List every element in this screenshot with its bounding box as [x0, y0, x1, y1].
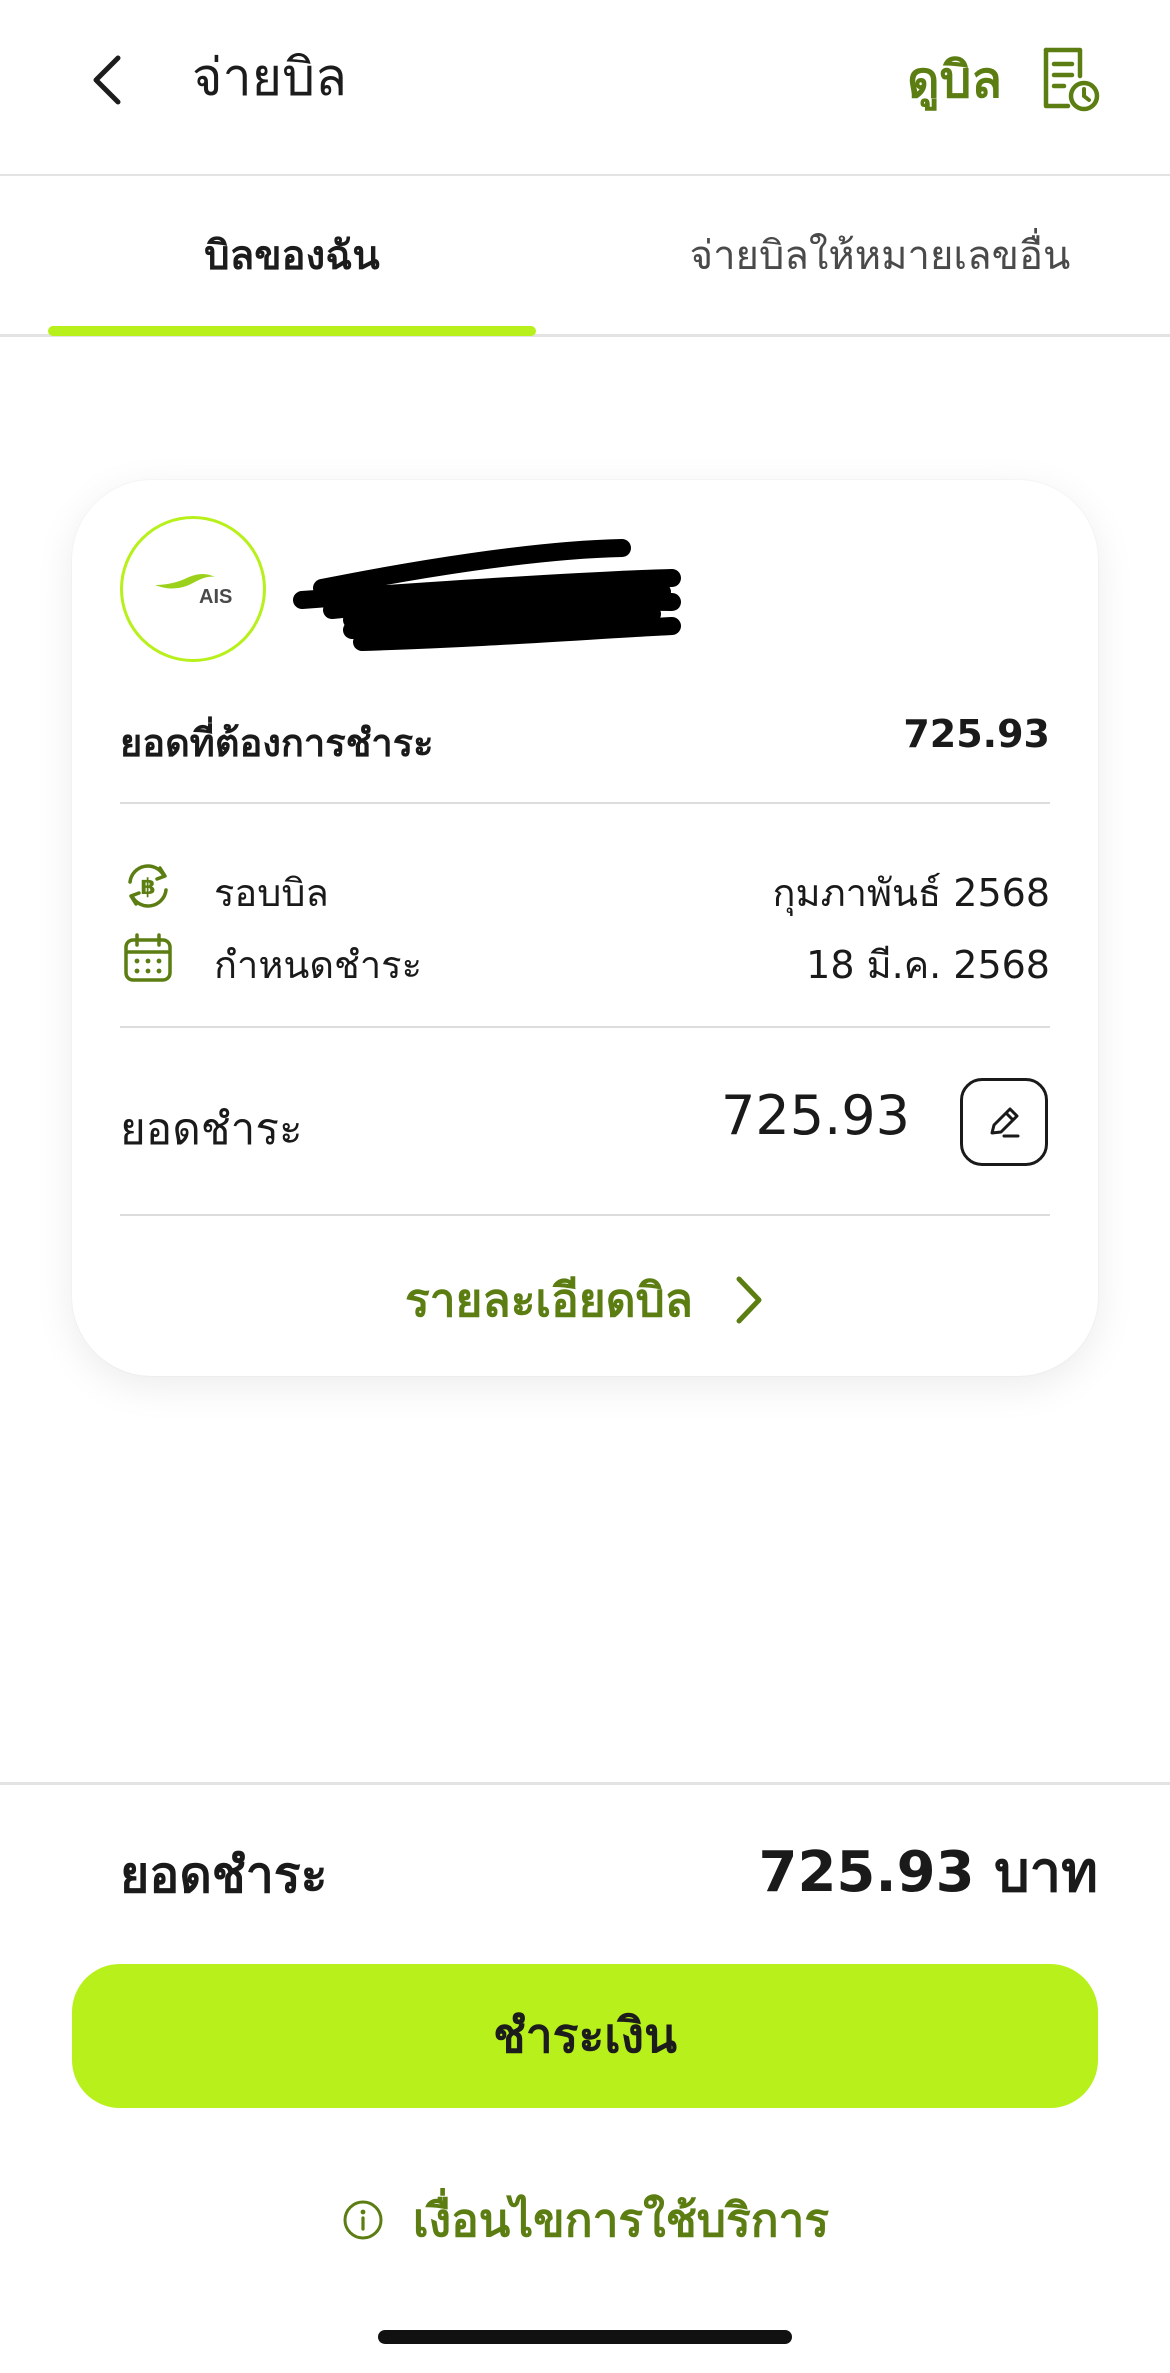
- card-divider: [120, 802, 1050, 804]
- app-header: จ่ายบิล ดูบิล: [0, 0, 1170, 176]
- chevron-right-icon: [736, 1276, 762, 1324]
- billing-cycle-value: กุมภาพันธ์ 2568: [772, 871, 1050, 915]
- amount-due-label: ยอดที่ต้องการชำระ: [120, 721, 434, 765]
- amount-due-value: 725.93: [903, 712, 1050, 756]
- tab-my-bills[interactable]: บิลของฉัน: [48, 176, 536, 334]
- payment-amount-label: ยอดชำระ: [120, 1104, 303, 1155]
- due-date-label: กำหนดชำระ: [214, 943, 422, 987]
- card-divider: [120, 1026, 1050, 1028]
- bill-detail-label: รายละเอียดบิล: [405, 1272, 693, 1327]
- edit-pencil-icon: [990, 1107, 1020, 1138]
- calendar-icon: [124, 933, 172, 982]
- total-label: ยอดชำระ: [120, 1846, 328, 1904]
- bill-card: AIS ยอดที่ต้องการชำระ 725.93 ฿ รอบบิล กุ…: [72, 480, 1098, 1376]
- due-date-value: 18 มี.ค. 2568: [806, 943, 1050, 987]
- home-indicator: [378, 2330, 792, 2344]
- view-bill-link[interactable]: ดูบิล: [907, 40, 1002, 120]
- ais-logo-mark: AIS: [155, 574, 232, 608]
- tab-bar: บิลของฉัน จ่ายบิลให้หมายเลขอื่น: [0, 176, 1170, 337]
- svg-text:AIS: AIS: [199, 586, 232, 608]
- edit-amount-button[interactable]: [960, 1078, 1048, 1166]
- bill-history-icon[interactable]: [1034, 44, 1104, 114]
- pay-button[interactable]: ชำระเงิน: [72, 1964, 1098, 2108]
- page-title: จ่ายบิล: [192, 48, 348, 108]
- redacted-phone-number: [293, 539, 681, 651]
- terms-label: เงื่อนไขการใช้บริการ: [412, 2192, 830, 2247]
- tab-pay-other-number[interactable]: จ่ายบิลให้หมายเลขอื่น: [620, 176, 1140, 334]
- billing-cycle-label: รอบบิล: [214, 871, 329, 915]
- ais-logo: AIS: [120, 516, 266, 662]
- back-button[interactable]: [78, 40, 138, 120]
- card-divider: [120, 1214, 1050, 1216]
- total-value: 725.93 บาท: [758, 1840, 1099, 1905]
- payment-amount-value: 725.93: [721, 1084, 910, 1147]
- bill-detail-link[interactable]: รายละเอียดบิล: [72, 1260, 1098, 1340]
- terms-link[interactable]: เงื่อนไขการใช้บริการ: [0, 2180, 1170, 2260]
- footer-divider: [0, 1782, 1170, 1785]
- svg-text:฿: ฿: [140, 875, 155, 900]
- baht-cycle-icon: ฿: [128, 864, 168, 908]
- info-icon: [343, 2200, 383, 2240]
- back-icon: [93, 55, 121, 105]
- active-tab-indicator: [48, 326, 536, 336]
